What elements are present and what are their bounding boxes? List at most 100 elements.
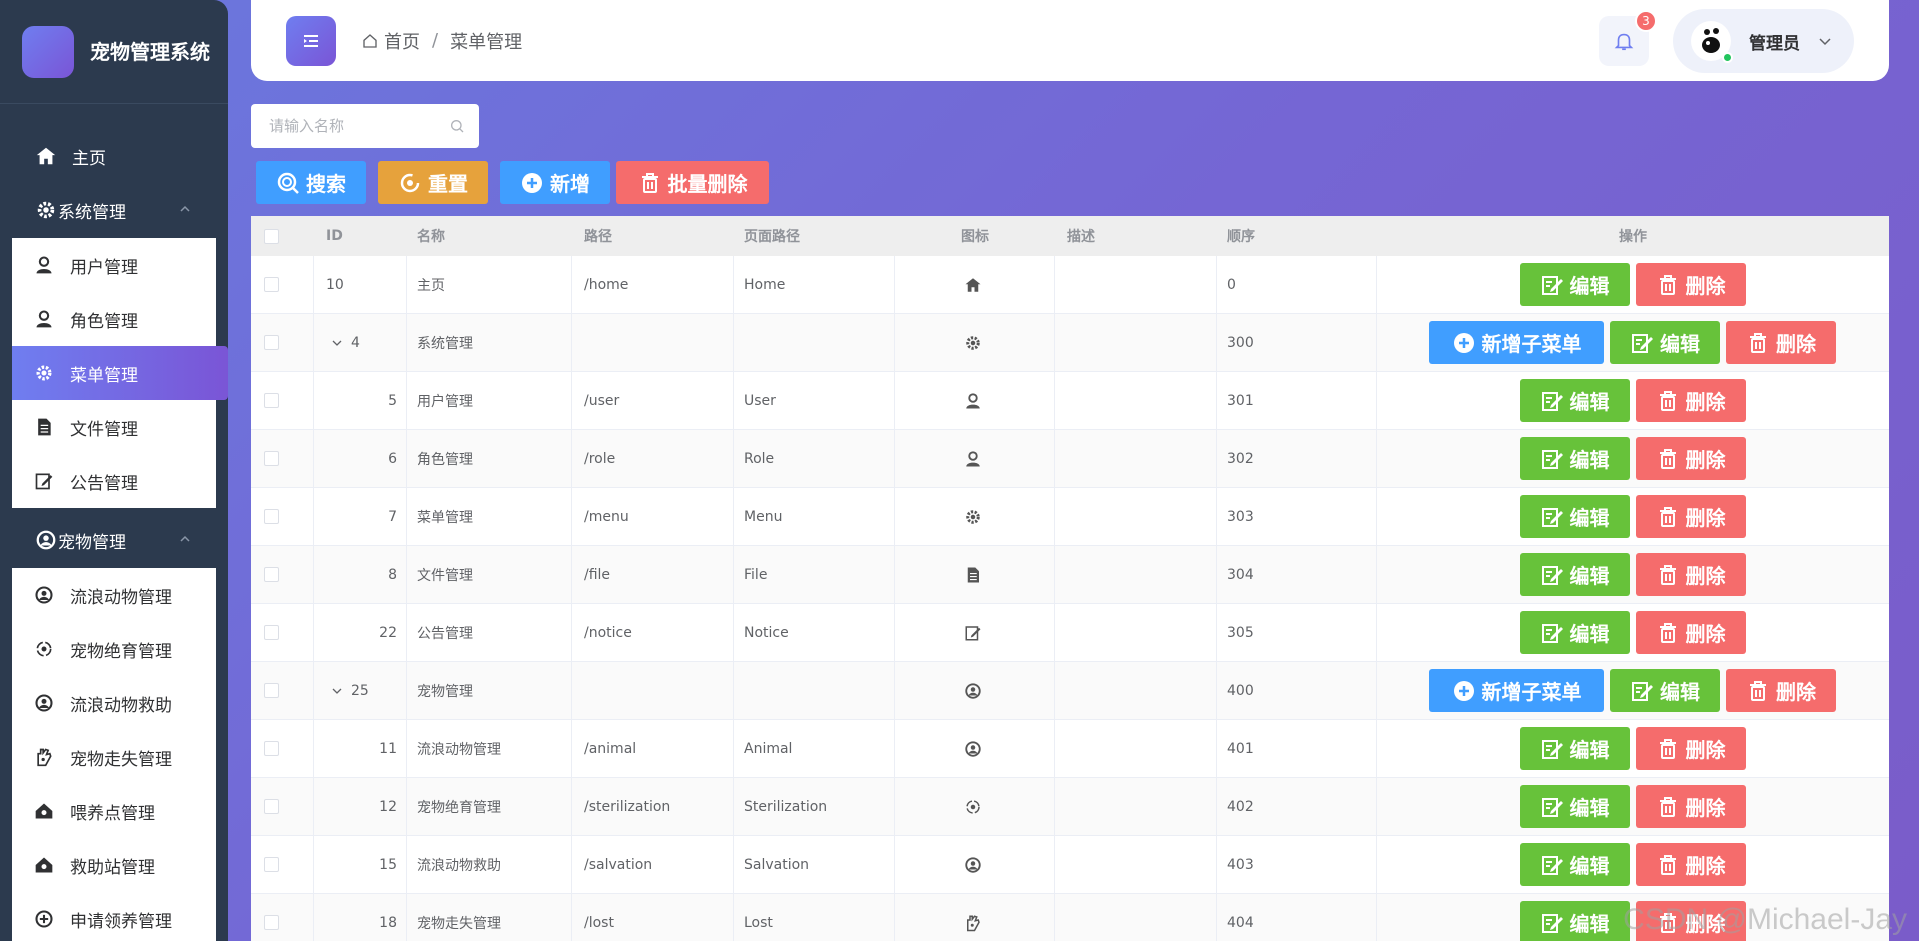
sidebar-group-pet[interactable]: 宠物管理 bbox=[0, 512, 228, 568]
notification-button[interactable]: 3 bbox=[1599, 10, 1657, 66]
row-checkbox[interactable] bbox=[264, 509, 279, 524]
delete-button[interactable]: 删除 bbox=[1635, 437, 1746, 480]
cell-name: 角色管理 bbox=[417, 451, 473, 468]
row-checkbox[interactable] bbox=[264, 915, 279, 930]
edit-button[interactable]: 编辑 bbox=[1519, 611, 1630, 654]
bell-icon bbox=[1613, 30, 1635, 52]
sidebar-item-role[interactable]: 角色管理 bbox=[12, 292, 216, 346]
document-icon bbox=[32, 415, 56, 439]
edit-button[interactable]: 编辑 bbox=[1519, 553, 1630, 596]
sidebar-item-label: 喂养点管理 bbox=[70, 803, 155, 824]
edit-button[interactable]: 编辑 bbox=[1519, 727, 1630, 770]
breadcrumb-home-link[interactable]: 首页 bbox=[384, 28, 420, 54]
edit-icon bbox=[1630, 679, 1654, 703]
cell-page-path: User bbox=[744, 392, 776, 409]
delete-button[interactable]: 删除 bbox=[1635, 495, 1746, 538]
user-icon bbox=[964, 372, 982, 429]
sidebar-item-notice[interactable]: 公告管理 bbox=[12, 454, 216, 508]
row-checkbox[interactable] bbox=[264, 741, 279, 756]
row-checkbox[interactable] bbox=[264, 277, 279, 292]
column-divider bbox=[1216, 546, 1217, 603]
station-icon bbox=[32, 853, 56, 877]
cell-name: 流浪动物管理 bbox=[417, 741, 501, 758]
sidebar-item-animal[interactable]: 流浪动物管理 bbox=[12, 568, 216, 622]
sidebar-item-file[interactable]: 文件管理 bbox=[12, 400, 216, 454]
edit-icon bbox=[1630, 331, 1654, 355]
row-checkbox[interactable] bbox=[264, 799, 279, 814]
delete-button[interactable]: 删除 bbox=[1635, 263, 1746, 306]
user-dropdown[interactable]: 管理员 bbox=[1673, 9, 1854, 73]
expand-arrow-icon[interactable] bbox=[331, 685, 343, 697]
table-row: 5 用户管理/user User 301 编辑 删除 bbox=[251, 372, 1889, 430]
cell-path: /animal bbox=[584, 740, 637, 757]
row-checkbox[interactable] bbox=[264, 567, 279, 582]
delete-button[interactable]: 删除 bbox=[1726, 321, 1836, 364]
sidebar-item-feeding[interactable]: 喂养点管理 bbox=[12, 784, 216, 838]
row-actions: 编辑 删除 bbox=[1376, 836, 1889, 893]
add-icon bbox=[520, 171, 544, 195]
edit-button[interactable]: 编辑 bbox=[1610, 321, 1720, 364]
reset-button[interactable]: 重置 bbox=[378, 161, 488, 204]
edit-button[interactable]: 编辑 bbox=[1610, 669, 1720, 712]
column-divider bbox=[406, 546, 407, 603]
row-checkbox[interactable] bbox=[264, 625, 279, 640]
delete-label: 删除 bbox=[1685, 796, 1726, 820]
expand-arrow-icon[interactable] bbox=[331, 337, 343, 349]
edit-icon bbox=[1540, 563, 1564, 587]
menu-toggle-button[interactable] bbox=[286, 15, 336, 66]
gear-icon bbox=[34, 198, 58, 222]
edit-button[interactable]: 编辑 bbox=[1519, 379, 1630, 422]
add-child-button[interactable]: 新增子菜单 bbox=[1429, 321, 1604, 364]
edit-button[interactable]: 编辑 bbox=[1519, 843, 1630, 886]
delete-button[interactable]: 删除 bbox=[1635, 611, 1746, 654]
row-actions: 新增子菜单 编辑 删除 bbox=[1376, 314, 1889, 371]
cell-id: 4 bbox=[351, 334, 360, 351]
add-child-button[interactable]: 新增子菜单 bbox=[1429, 669, 1604, 712]
delete-button[interactable]: 删除 bbox=[1635, 379, 1746, 422]
batch-delete-button[interactable]: 批量删除 bbox=[616, 161, 769, 204]
cell-path: /home bbox=[584, 276, 629, 293]
delete-button[interactable]: 删除 bbox=[1635, 727, 1746, 770]
edit-button[interactable]: 编辑 bbox=[1519, 495, 1630, 538]
row-checkbox[interactable] bbox=[264, 451, 279, 466]
sidebar-item-user[interactable]: 用户管理 bbox=[12, 238, 216, 292]
edit-button[interactable]: 编辑 bbox=[1519, 901, 1630, 941]
sidebar-item-label: 申请领养管理 bbox=[70, 911, 172, 932]
delete-button[interactable]: 删除 bbox=[1726, 669, 1836, 712]
sidebar-item-label: 角色管理 bbox=[70, 311, 138, 332]
sidebar-item-menu[interactable]: 菜单管理 bbox=[12, 346, 228, 400]
add-button[interactable]: 新增 bbox=[500, 161, 610, 204]
sidebar-group-system[interactable]: 系统管理 bbox=[0, 182, 228, 238]
row-checkbox[interactable] bbox=[264, 683, 279, 698]
row-checkbox[interactable] bbox=[264, 335, 279, 350]
cell-order: 401 bbox=[1227, 740, 1254, 757]
column-divider bbox=[406, 430, 407, 487]
pet-icon bbox=[964, 836, 982, 893]
edit-button[interactable]: 编辑 bbox=[1519, 263, 1630, 306]
sidebar-item-station[interactable]: 救助站管理 bbox=[12, 838, 216, 892]
delete-button[interactable]: 删除 bbox=[1635, 553, 1746, 596]
delete-button[interactable]: 删除 bbox=[1635, 901, 1746, 941]
chevron-down-icon bbox=[1818, 34, 1832, 48]
row-checkbox[interactable] bbox=[264, 393, 279, 408]
delete-button[interactable]: 删除 bbox=[1635, 785, 1746, 828]
column-divider bbox=[733, 778, 734, 835]
row-checkbox[interactable] bbox=[264, 857, 279, 872]
cell-name: 公告管理 bbox=[417, 625, 473, 642]
delete-label: 删除 bbox=[1685, 564, 1726, 588]
search-input[interactable] bbox=[269, 117, 449, 135]
sidebar-item-apply[interactable]: 申请领养管理 bbox=[12, 892, 216, 941]
sidebar-item-salvation[interactable]: 流浪动物救助 bbox=[12, 676, 216, 730]
table-row: 6 角色管理/role Role 302 编辑 删除 bbox=[251, 430, 1889, 488]
search-button[interactable]: 搜索 bbox=[256, 161, 366, 204]
edit-button[interactable]: 编辑 bbox=[1519, 785, 1630, 828]
edit-button[interactable]: 编辑 bbox=[1519, 437, 1630, 480]
delete-button[interactable]: 删除 bbox=[1635, 843, 1746, 886]
select-all-checkbox[interactable] bbox=[264, 228, 279, 244]
sidebar-item-lost[interactable]: 宠物走失管理 bbox=[12, 730, 216, 784]
column-divider bbox=[894, 372, 895, 429]
cell-id: 12 bbox=[379, 798, 397, 815]
sidebar-item-home[interactable]: 主页 bbox=[0, 130, 228, 182]
sidebar-item-sterilization[interactable]: 宠物绝育管理 bbox=[12, 622, 216, 676]
column-divider bbox=[313, 546, 314, 603]
